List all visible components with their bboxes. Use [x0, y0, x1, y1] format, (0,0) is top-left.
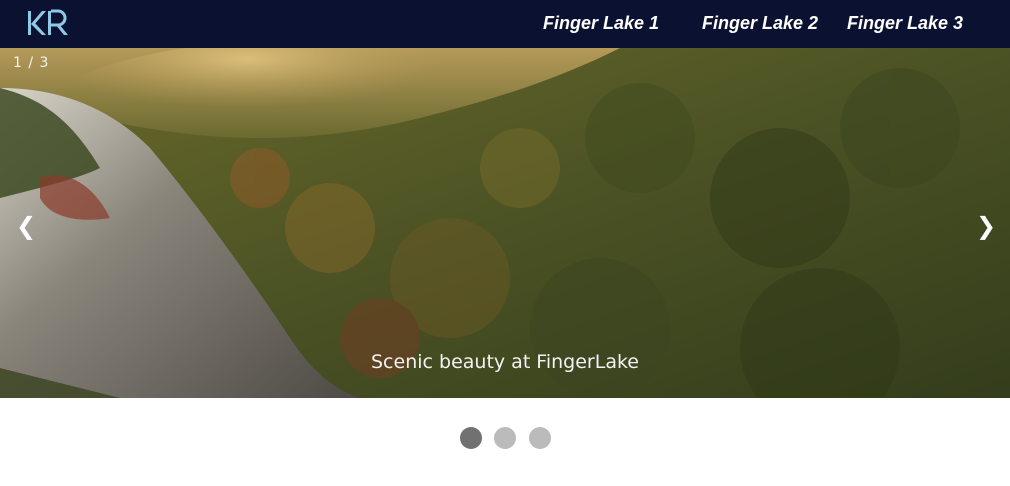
nav-link-finger-lake-2[interactable]: Finger Lake 2: [702, 13, 818, 34]
prev-slide-arrow-icon[interactable]: ❮: [16, 212, 36, 240]
slide-dots: [0, 427, 1010, 449]
slide-counter: 1 / 3: [13, 55, 50, 71]
nav-link-finger-lake-1[interactable]: Finger Lake 1: [543, 13, 659, 34]
next-slide-arrow-icon[interactable]: ❯: [976, 212, 996, 240]
slide-dot-3[interactable]: [529, 427, 551, 449]
nav-link-finger-lake-3[interactable]: Finger Lake 3: [847, 13, 963, 34]
slide-dot-2[interactable]: [494, 427, 516, 449]
slide-image: [0, 48, 1010, 398]
kr-logo[interactable]: [26, 8, 70, 38]
top-navbar: Finger Lake 1 Finger Lake 2 Finger Lake …: [0, 0, 1010, 48]
slide-dot-1[interactable]: [460, 427, 482, 449]
slideshow-container: 1 / 3 Scenic beauty at FingerLake ❮ ❯: [0, 48, 1010, 398]
slide-caption: Scenic beauty at FingerLake: [371, 351, 639, 373]
